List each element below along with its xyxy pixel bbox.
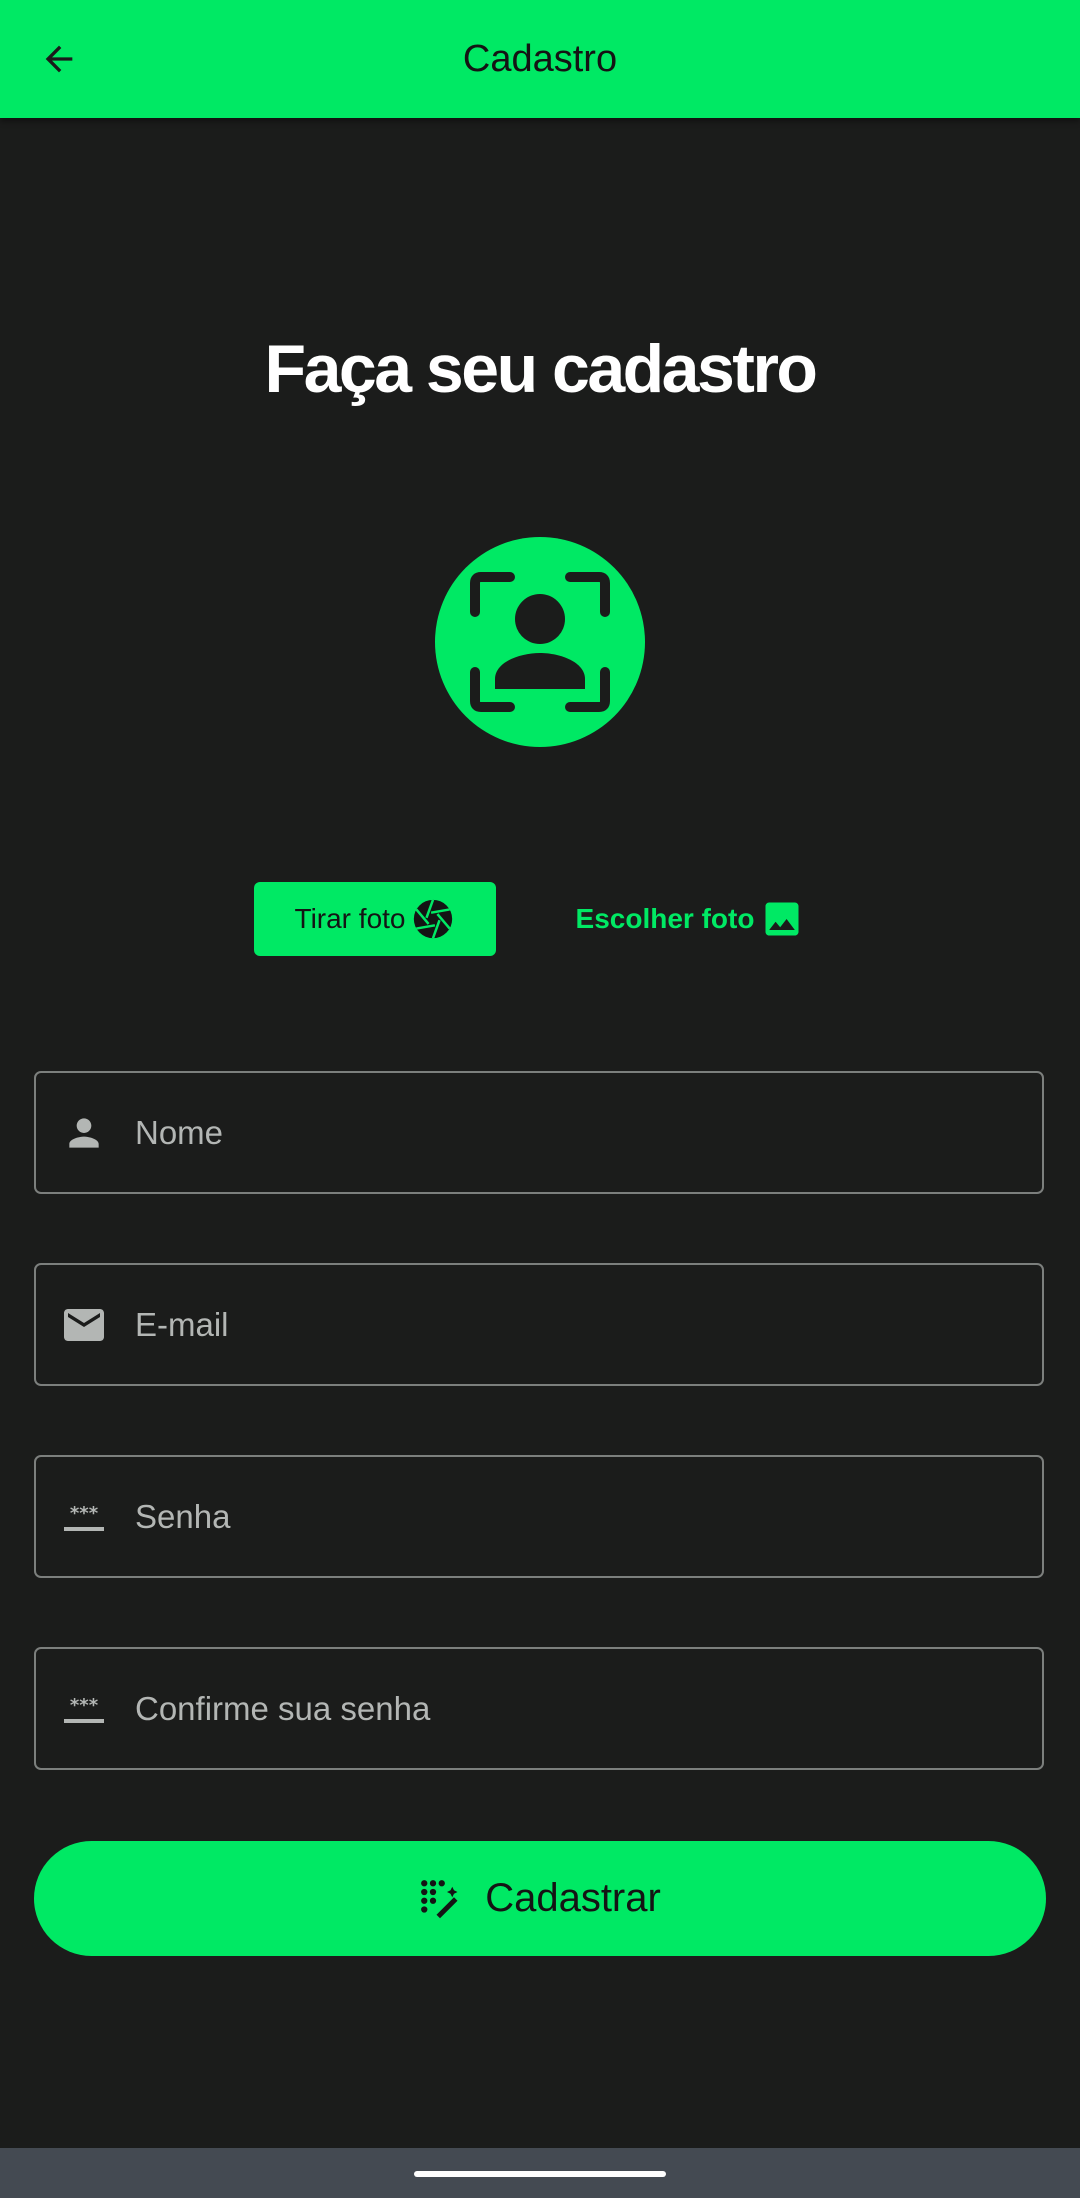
password-field[interactable]: *** — [34, 1455, 1044, 1578]
name-input[interactable] — [135, 1073, 1015, 1192]
register-button[interactable]: Cadastrar — [34, 1841, 1046, 1956]
confirm-password-input[interactable] — [135, 1649, 1015, 1768]
magic-wand-icon — [421, 1879, 458, 1918]
page-title: Cadastro — [462, 38, 618, 80]
choose-photo-label: Escolher foto — [575, 903, 755, 934]
svg-text:***: *** — [70, 1695, 99, 1716]
mail-icon — [60, 1301, 108, 1349]
password-icon: *** — [60, 1493, 108, 1541]
register-label: Cadastrar — [485, 1876, 661, 1920]
take-photo-label: Tirar foto — [294, 903, 406, 934]
image-icon — [765, 902, 799, 936]
svg-text:***: *** — [70, 1503, 99, 1524]
name-field[interactable] — [34, 1071, 1044, 1194]
confirm-password-field[interactable]: *** — [34, 1647, 1044, 1770]
take-photo-button[interactable]: Tirar foto — [254, 882, 496, 956]
email-field[interactable] — [34, 1263, 1044, 1386]
home-gesture-handle[interactable] — [414, 2171, 666, 2177]
app-bar: Cadastro — [0, 0, 1080, 118]
person-icon — [60, 1109, 108, 1157]
avatar[interactable] — [435, 537, 645, 747]
system-nav-bar — [0, 2148, 1080, 2198]
email-input[interactable] — [135, 1265, 1015, 1384]
face-scan-person-icon — [470, 572, 610, 712]
password-icon: *** — [60, 1685, 108, 1733]
password-input[interactable] — [135, 1457, 1015, 1576]
signup-heading: Faça seu cadastro — [264, 331, 818, 407]
choose-photo-button[interactable]: Escolher foto — [565, 882, 815, 956]
camera-shutter-icon — [413, 899, 452, 939]
